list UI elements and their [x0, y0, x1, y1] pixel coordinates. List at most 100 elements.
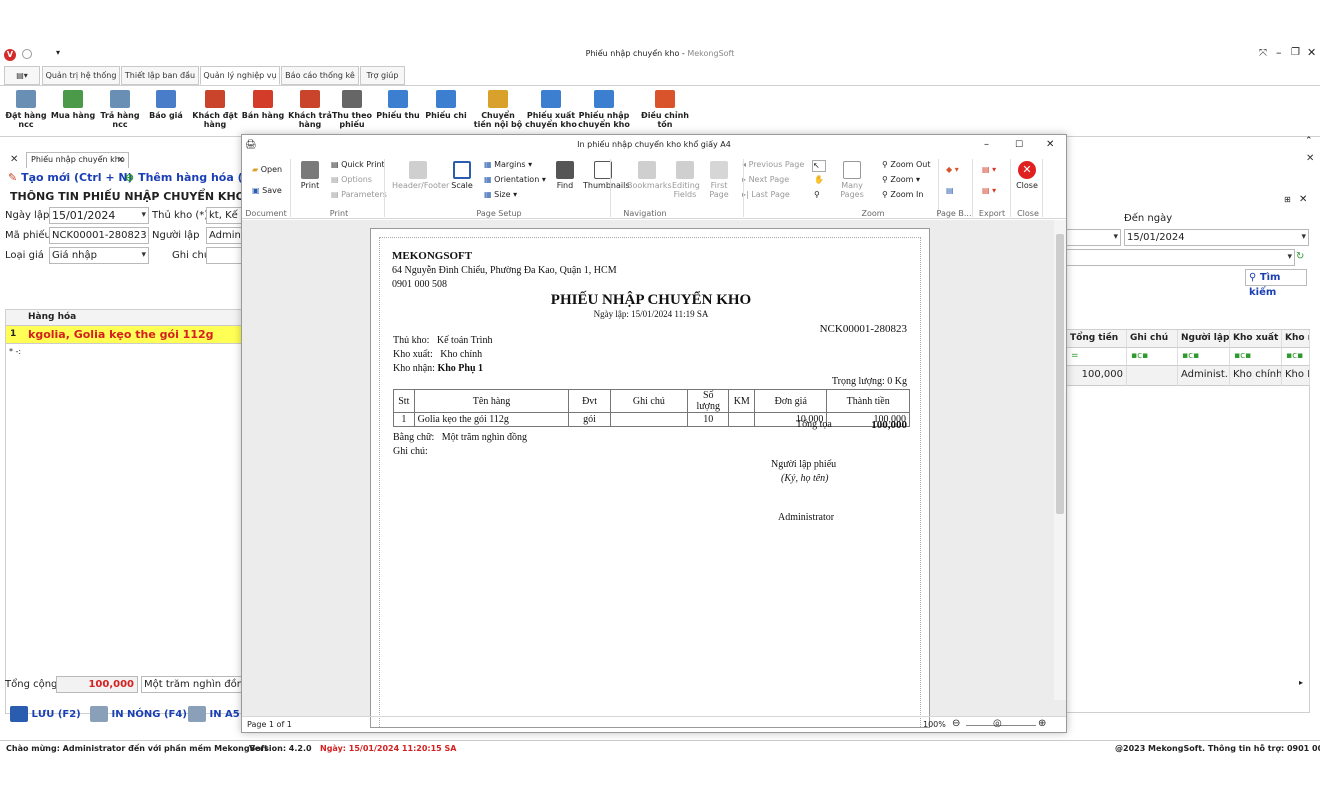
orientation-button[interactable]: ▦ Orientation ▾	[484, 175, 546, 184]
scale-button[interactable]: Scale	[449, 161, 475, 190]
den-ngay-input[interactable]: 15/01/2024	[1124, 229, 1309, 246]
close-icon[interactable]: ✕	[1307, 46, 1316, 59]
ribbon-button-4[interactable]: Khách đặt hàng	[189, 90, 241, 129]
fullscreen-icon[interactable]: ⤧	[1259, 48, 1267, 59]
print-minimize-icon[interactable]: –	[984, 135, 989, 155]
save-doc-button[interactable]: ▣ Save	[252, 186, 282, 195]
filter-cell-icon[interactable]: =	[1067, 348, 1127, 366]
print-a5-button[interactable]: IN A5	[188, 706, 240, 722]
close-all-icon[interactable]: ✕	[10, 154, 18, 165]
filter-cell-icon[interactable]: ▪c▪	[1282, 348, 1310, 366]
filter-cell-icon[interactable]: ▪c▪	[1230, 348, 1282, 366]
ribbon-button-13[interactable]: Điều chỉnh tồn	[639, 90, 691, 129]
export-button[interactable]: ▤ ▾	[982, 165, 996, 174]
scroll-right-icon[interactable]: ▸	[1299, 678, 1303, 687]
ribbon-button-2[interactable]: Trả hàng ncc	[94, 90, 146, 129]
new-row[interactable]: * -:	[9, 347, 21, 356]
first-page-button[interactable]: First Page	[708, 161, 730, 199]
ribbon-button-0[interactable]: Đặt hàng ncc	[0, 90, 52, 129]
tab-thiet-lap[interactable]: Thiết lập ban đầu	[121, 66, 199, 85]
ribbon-button-12[interactable]: Phiếu nhập chuyển kho	[578, 90, 630, 129]
send-button[interactable]: ▤ ▾	[982, 186, 996, 195]
close-right-icon[interactable]: ✕	[1306, 153, 1314, 164]
zoom-minus-icon[interactable]: ⊖	[952, 718, 960, 729]
restore-icon[interactable]: ❐	[1291, 47, 1300, 58]
ribbon-button-1[interactable]: Mua hàng	[47, 90, 99, 120]
preview-area[interactable]: MEKONGSOFT 64 Nguyễn Đình Chiểu, Phường …	[242, 220, 1066, 728]
editing-fields-button[interactable]: Editing Fields	[672, 161, 700, 199]
magnifier-tool[interactable]: ⚲	[814, 190, 820, 199]
find-button[interactable]: Find	[554, 161, 576, 190]
result-col-header-1[interactable]: Ghi chú	[1127, 330, 1178, 348]
filter-cell-icon[interactable]: ▪c▪	[1127, 348, 1178, 366]
thumbnails-button[interactable]: Thumbnails	[583, 161, 629, 190]
zoom-plus-icon[interactable]: ⊕	[1038, 718, 1046, 729]
minimize-icon[interactable]: –	[1276, 46, 1282, 59]
print-nong-button[interactable]: IN NÓNG (F4)	[90, 706, 187, 722]
doc-tab[interactable]: Phiếu nhập chuyển kho ✕	[26, 152, 129, 168]
result-col-header-3[interactable]: Kho xuất	[1230, 330, 1282, 348]
print-button[interactable]: Print	[298, 161, 322, 190]
search-button[interactable]: ⚲ Tìm kiếm	[1245, 269, 1307, 298]
tab-bao-cao[interactable]: Báo cáo thống kê	[281, 66, 359, 85]
tab-quan-ly-nghiep-vu[interactable]: Quản lý nghiệp vụ	[200, 66, 280, 85]
zoom-button[interactable]: ⚲ Zoom ▾	[882, 175, 920, 184]
result-col-header-2[interactable]: Người lập	[1178, 330, 1230, 348]
watermark-button[interactable]: ▤	[946, 186, 954, 195]
print-maximize-icon[interactable]: ☐	[1015, 135, 1023, 155]
filter-cell-icon[interactable]: ▪c▪	[1178, 348, 1230, 366]
tab-tro-giup[interactable]: Trợ giúp	[360, 66, 405, 85]
last-page-button[interactable]: ▸| Last Page	[742, 190, 790, 199]
result-col-header-0[interactable]: Tổng tiền	[1067, 330, 1127, 348]
tu-ngay-tail[interactable]	[1066, 229, 1121, 246]
app-menu-button[interactable]: ▤▾	[4, 66, 40, 85]
ribbon-button-11[interactable]: Phiếu xuất chuyển kho	[525, 90, 577, 129]
bookmarks-button[interactable]: Bookmarks	[627, 161, 672, 190]
header-footer-button[interactable]: Header/Footer	[392, 161, 449, 190]
many-pages-button[interactable]: Many Pages	[830, 161, 874, 199]
hand-tool[interactable]: ✋	[814, 175, 824, 184]
result-col-header-4[interactable]: Kho n	[1282, 330, 1310, 348]
ghi-chu-input[interactable]	[206, 247, 244, 264]
refresh-icon[interactable]: ↻	[1296, 251, 1304, 262]
table-row-cell[interactable]	[1127, 366, 1178, 386]
ma-phieu-input[interactable]: NCK00001-280823	[49, 227, 149, 244]
pin-icon[interactable]: ⊞	[1284, 195, 1291, 204]
ribbon-button-8[interactable]: Phiếu thu	[372, 90, 424, 120]
new-button[interactable]: ✎ Tạo mới (Ctrl + N)	[8, 171, 133, 184]
save-button[interactable]: LƯU (F2)	[10, 706, 81, 722]
table-row-cell[interactable]: Administ...	[1178, 366, 1230, 386]
collapse-ribbon-icon[interactable]: ⌃	[1305, 136, 1313, 146]
ribbon-button-9[interactable]: Phiếu chi	[420, 90, 472, 120]
close-preview-button[interactable]: ✕ Close	[1015, 161, 1039, 190]
preview-scrollbar[interactable]	[1054, 220, 1066, 700]
parameters-button[interactable]: ▤ Parameters	[331, 190, 387, 199]
panel-close-icon[interactable]: ✕	[1299, 194, 1307, 205]
nguoi-lap-input[interactable]: Adminis	[206, 227, 244, 244]
zoom-in-button[interactable]: ⚲ Zoom In	[882, 190, 923, 199]
table-row-cell[interactable]: Kho chính	[1230, 366, 1282, 386]
doc-tab-close-icon[interactable]: ✕	[117, 153, 124, 167]
size-button[interactable]: ▦ Size ▾	[484, 190, 517, 199]
ribbon-button-5[interactable]: Bán hàng	[237, 90, 289, 120]
next-page-button[interactable]: ▸ Next Page	[742, 175, 789, 184]
print-close-icon[interactable]: ✕	[1046, 135, 1054, 155]
item-name-cell[interactable]: kgolia, Golia kẹo the gói 112g	[28, 328, 214, 341]
table-row-cell[interactable]: 100,000	[1067, 366, 1127, 386]
ribbon-button-7[interactable]: Thu theo phiếu	[326, 90, 378, 129]
open-button[interactable]: ▰ Open	[252, 165, 282, 174]
pointer-tool[interactable]: ↖	[812, 160, 826, 172]
thu-kho-input[interactable]: kt, Kế to	[206, 207, 244, 224]
page-color-button[interactable]: ◆ ▾	[946, 165, 959, 174]
previous-page-button[interactable]: ◂ Previous Page	[742, 160, 804, 169]
table-row-cell[interactable]: Kho P	[1282, 366, 1310, 386]
ngay-lap-input[interactable]: 15/01/2024	[49, 207, 149, 224]
ribbon-button-3[interactable]: Báo giá	[140, 90, 192, 120]
margins-button[interactable]: ▦ Margins ▾	[484, 160, 532, 169]
table-row[interactable]: 1 kgolia, Golia kẹo the gói 112g	[6, 326, 242, 344]
quick-print-button[interactable]: ▤ Quick Print	[331, 160, 385, 169]
tab-quan-tri[interactable]: Quản trị hệ thống	[42, 66, 120, 85]
ribbon-button-10[interactable]: Chuyển tiền nội bộ	[472, 90, 524, 129]
zoom-slider-thumb[interactable]: ◎	[993, 718, 1002, 729]
options-button[interactable]: ▤ Options	[331, 175, 372, 184]
